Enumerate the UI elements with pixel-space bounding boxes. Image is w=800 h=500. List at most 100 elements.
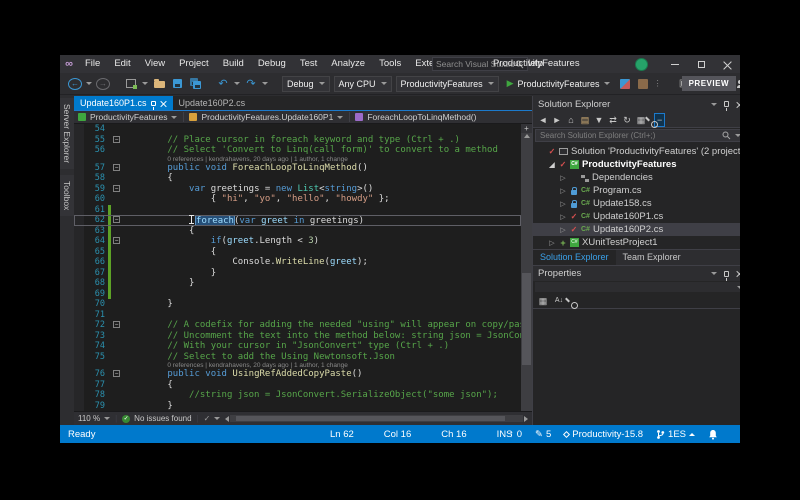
code-line[interactable]: 75 // Select to add the Using Newtonsoft… (74, 352, 521, 363)
tree-collapsed-icon[interactable]: ▷ (548, 239, 556, 247)
navigate-backward-icon[interactable]: ← (68, 78, 82, 90)
breadcrumb-project-dropdown[interactable]: ProductivityFeatures (78, 112, 184, 122)
breakpoint-margin[interactable] (74, 163, 84, 174)
fold-collapse-icon[interactable]: − (113, 321, 120, 328)
breakpoint-margin[interactable] (74, 268, 84, 279)
breakpoint-margin[interactable] (74, 310, 84, 321)
code-line[interactable]: 66 Console.WriteLine(greet); (74, 257, 521, 268)
close-icon[interactable] (160, 100, 167, 107)
undo-icon[interactable]: ↶ (216, 76, 230, 92)
scroll-left-icon[interactable] (225, 416, 229, 422)
startup-project-dropdown[interactable]: ProductivityFeatures (396, 76, 499, 92)
zoom-level-dropdown[interactable]: 110 % (78, 414, 110, 423)
side-tab-server-explorer[interactable]: Server Explorer (60, 98, 74, 169)
code-line[interactable]: 56 // Select 'Convert to Linq(call form)… (74, 145, 521, 156)
live-share-button[interactable]: Live Share (736, 74, 740, 94)
scroll-up-icon[interactable] (524, 134, 530, 138)
tree-collapsed-icon[interactable]: ▷ (559, 213, 567, 221)
code-line[interactable]: 69 (74, 289, 521, 300)
tree-item-update160p2-cs[interactable]: ▷✓C#Update160P2.cs (533, 223, 740, 236)
maximize-button[interactable] (688, 55, 714, 73)
code-line[interactable]: 55− // Place cursor in foreach keyword a… (74, 135, 521, 146)
menu-edit[interactable]: Edit (107, 55, 137, 73)
breakpoint-margin[interactable] (74, 215, 84, 226)
breakpoint-margin[interactable] (74, 135, 84, 146)
forward-icon[interactable]: ► (552, 114, 562, 126)
code-line[interactable]: 77 { (74, 380, 521, 391)
start-debugging-button[interactable]: ▶ ProductivityFeatures (503, 75, 614, 93)
panel-tab-team-explorer[interactable]: Team Explorer (616, 250, 688, 265)
menu-project[interactable]: Project (172, 55, 216, 73)
breakpoint-margin[interactable] (74, 156, 84, 163)
undo-dropdown-icon[interactable] (234, 82, 240, 85)
code-line[interactable]: 54 (74, 124, 521, 135)
solution-configuration-dropdown[interactable]: Debug (282, 76, 330, 92)
tree-item-solution-productivityfeatures-2-projects[interactable]: ✓Solution 'ProductivityFeatures' (2 proj… (533, 145, 740, 158)
code-line[interactable]: 78 //string json = JsonConvert.Serialize… (74, 390, 521, 401)
fold-collapse-icon[interactable]: − (113, 136, 120, 143)
open-folder-icon[interactable] (152, 76, 166, 92)
notifications-button[interactable] (708, 429, 718, 440)
code-line[interactable]: 73 // Uncomment the text into the method… (74, 331, 521, 342)
toolbar-overflow-icon[interactable]: ⋮ (654, 79, 663, 88)
switch-views-icon[interactable]: ▤ (580, 114, 590, 126)
breakpoint-margin[interactable] (74, 257, 84, 268)
side-tab-toolbox[interactable]: Toolbox (60, 175, 74, 216)
tree-collapsed-icon[interactable]: ▷ (559, 226, 567, 234)
solution-platform-dropdown[interactable]: Any CPU (334, 76, 392, 92)
code-line[interactable]: 60 { "hi", "yo", "hello", "howdy" }; (74, 194, 521, 205)
code-cleanup-button[interactable]: ✓ (204, 414, 221, 423)
categorized-icon[interactable]: ▦ (538, 295, 548, 307)
pending-changes-filter-icon[interactable]: ▼ (594, 114, 604, 126)
code-line[interactable]: 79 } (74, 401, 521, 412)
tree-item-program-cs[interactable]: ▷C#Program.cs (533, 184, 740, 197)
close-icon[interactable] (736, 270, 740, 277)
status-column[interactable]: Col 16 (384, 429, 411, 440)
breadcrumb-type-dropdown[interactable]: ProductivityFeatures.Update160P1 (189, 112, 350, 122)
breakpoint-margin[interactable] (74, 173, 84, 184)
breakpoint-margin[interactable] (74, 184, 84, 195)
code-line[interactable]: 76− public void UsingRefAddedCopyPaste() (74, 369, 521, 380)
code-line[interactable]: 72− // A codefix for adding the needed "… (74, 320, 521, 331)
back-icon[interactable]: ◄ (538, 114, 548, 126)
sync-with-active-document-icon[interactable]: ⇄ (608, 114, 618, 126)
pending-edits-button[interactable]: ✎ 5 (535, 429, 551, 440)
breakpoint-margin[interactable] (74, 299, 84, 310)
code-line[interactable]: 65 { (74, 247, 521, 258)
code-line[interactable]: 71 (74, 310, 521, 321)
status-insert-mode[interactable]: INS (497, 429, 513, 440)
scroll-right-icon[interactable] (524, 416, 528, 422)
code-line[interactable]: 58 { (74, 173, 521, 184)
alphabetical-sort-icon[interactable]: A↓ (554, 295, 564, 307)
show-all-files-icon[interactable]: ▦ (636, 114, 646, 126)
breakpoint-margin[interactable] (74, 205, 84, 216)
menu-debug[interactable]: Debug (251, 55, 293, 73)
panel-tab-solution-explorer[interactable]: Solution Explorer (533, 250, 616, 265)
new-project-dropdown-icon[interactable] (142, 82, 148, 85)
menu-view[interactable]: View (138, 55, 172, 73)
breakpoint-margin[interactable] (74, 369, 84, 380)
fold-collapse-icon[interactable]: − (113, 185, 120, 192)
window-position-icon[interactable] (711, 103, 717, 106)
tree-item-update160p1-cs[interactable]: ▷✓C#Update160P1.cs (533, 210, 740, 223)
breakpoint-margin[interactable] (74, 341, 84, 352)
code-line[interactable]: 64− if(greet.Length < 3) (74, 236, 521, 247)
breadcrumb-member-dropdown[interactable]: ForeachLoopToLinqMethod() (355, 112, 482, 122)
package-icon[interactable] (636, 76, 650, 92)
new-project-icon[interactable] (124, 76, 138, 92)
tree-expanded-icon[interactable]: ◢ (548, 161, 556, 169)
menu-file[interactable]: File (78, 55, 107, 73)
minimize-button[interactable] (662, 55, 688, 73)
breakpoint-margin[interactable] (74, 352, 84, 363)
code-line[interactable]: 70 } (74, 299, 521, 310)
breakpoint-margin[interactable] (74, 362, 84, 369)
code-editor[interactable]: 5455− // Place cursor in foreach keyword… (74, 124, 521, 411)
editor-tab-update160p2-cs[interactable]: Update160P2.cs (173, 96, 252, 110)
breakpoint-margin[interactable] (74, 390, 84, 401)
breakpoint-margin[interactable] (74, 145, 84, 156)
codelens-row[interactable]: 0 references | kendrahavens, 20 days ago… (74, 156, 521, 163)
status-character[interactable]: Ch 16 (441, 429, 466, 440)
code-line[interactable]: 63 { (74, 226, 521, 237)
fold-collapse-icon[interactable]: − (113, 237, 120, 244)
codelens-row[interactable]: 0 references | kendrahavens, 20 days ago… (74, 362, 521, 369)
